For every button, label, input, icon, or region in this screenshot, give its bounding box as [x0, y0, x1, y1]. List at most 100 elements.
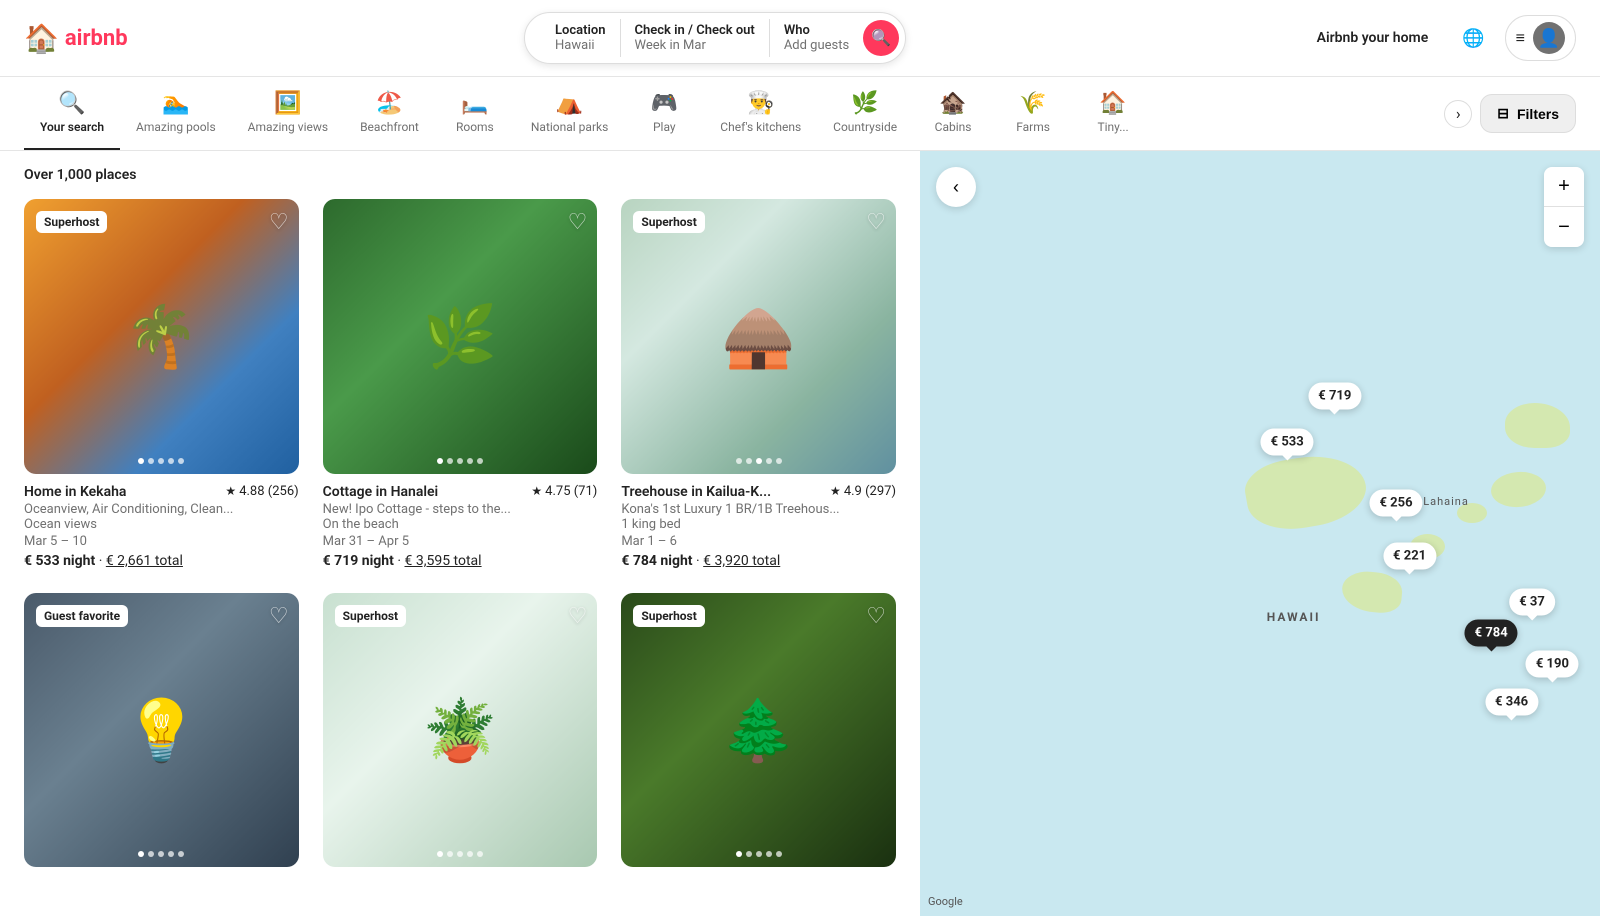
- star-icon-3: ★: [830, 484, 841, 498]
- map-panel[interactable]: HAWAII Lahaina € 719 € 533 € 256 € 221 €…: [920, 151, 1600, 916]
- filters-label: Filters: [1517, 106, 1559, 122]
- dots-5: [437, 851, 483, 857]
- zoom-out-button[interactable]: −: [1544, 207, 1584, 247]
- location-search[interactable]: Location Hawaii: [541, 19, 621, 57]
- oahu-island: [1490, 470, 1548, 510]
- dates-label: Check in / Check out: [635, 23, 755, 38]
- zoom-controls: + −: [1544, 167, 1584, 247]
- card-image-1: 🌴: [24, 199, 299, 474]
- category-cabins[interactable]: 🏚️ Cabins: [913, 77, 993, 150]
- wishlist-button-1[interactable]: ♡: [269, 209, 289, 235]
- category-tiny[interactable]: 🏠 Tiny...: [1073, 77, 1153, 150]
- guests-value: Add guests: [784, 38, 849, 53]
- search-button[interactable]: 🔍: [863, 20, 899, 56]
- wishlist-button-2[interactable]: ♡: [568, 209, 588, 235]
- filters-icon: ⊟: [1497, 105, 1509, 122]
- category-amazing-views[interactable]: 🖼️ Amazing views: [232, 77, 344, 150]
- category-national-parks[interactable]: ⛺ National parks: [515, 77, 624, 150]
- language-button[interactable]: 🌐: [1454, 20, 1492, 57]
- price-marker-784[interactable]: € 784: [1465, 619, 1518, 646]
- guests-search[interactable]: Who Add guests: [770, 19, 863, 57]
- category-nav-arrow[interactable]: ›: [1444, 100, 1472, 128]
- superhost-badge-6: Superhost: [633, 605, 704, 627]
- hamburger-icon: ≡: [1516, 28, 1525, 48]
- dots-6: [736, 851, 782, 857]
- category-amazing-pools[interactable]: 🏊 Amazing pools: [120, 77, 232, 150]
- filters-button[interactable]: ⊟ Filters: [1480, 94, 1576, 133]
- category-countryside[interactable]: 🌿 Countryside: [817, 77, 913, 150]
- price-marker-221[interactable]: € 221: [1383, 543, 1436, 570]
- star-icon: ★: [225, 484, 236, 498]
- category-farms[interactable]: 🌾 Farms: [993, 77, 1073, 150]
- listings-panel: Over 1,000 places 🌴 Superhost ♡: [0, 151, 920, 916]
- card-price-2: € 719 night · € 3,595 total: [323, 553, 598, 569]
- card-feature-3: 1 king bed: [621, 517, 896, 532]
- card-dates-2: Mar 31 – Apr 5: [323, 534, 598, 549]
- price-marker-37[interactable]: € 37: [1509, 589, 1555, 616]
- dots-1: [138, 458, 184, 464]
- search-bar: Location Hawaii Check in / Check out Wee…: [524, 12, 906, 64]
- map-collapse-button[interactable]: ‹: [936, 167, 976, 207]
- header: 🏠 airbnb Location Hawaii Check in / Chec…: [0, 0, 1600, 77]
- price-marker-533[interactable]: € 533: [1261, 428, 1314, 455]
- card-image-wrap-1: 🌴 Superhost ♡: [24, 199, 299, 474]
- listing-card-3[interactable]: 🛖 Superhost ♡ Treehouse in Kailua-K...: [621, 199, 896, 569]
- maui-island: [1340, 569, 1403, 614]
- card-feature-2: On the beach: [323, 517, 598, 532]
- price-marker-256[interactable]: € 256: [1369, 489, 1422, 516]
- results-count: Over 1,000 places: [24, 167, 896, 183]
- card-info-1: Home in Kekaha ★ 4.88 (256) Oceanview, A…: [24, 474, 299, 569]
- rooms-icon: 🛏️: [461, 91, 488, 116]
- dates-search[interactable]: Check in / Check out Week in Mar: [621, 19, 770, 57]
- listing-card-6[interactable]: 🌲 Superhost ♡: [621, 593, 896, 868]
- star-icon-2: ★: [531, 484, 542, 498]
- category-your-search[interactable]: 🔍 Your search: [24, 77, 120, 150]
- card-image-wrap-6: 🌲 Superhost ♡: [621, 593, 896, 868]
- category-beachfront[interactable]: 🏖️ Beachfront: [344, 77, 435, 150]
- hawaii-big-island: [1241, 447, 1371, 537]
- superhost-badge-1: Superhost: [36, 211, 107, 233]
- card-image-3: 🛖: [621, 199, 896, 474]
- lahaina-label: Lahaina: [1423, 495, 1469, 508]
- host-link[interactable]: Airbnb your home: [1303, 20, 1443, 56]
- dots-2: [437, 458, 483, 464]
- user-menu[interactable]: ≡ 👤: [1505, 15, 1576, 61]
- price-marker-190[interactable]: € 190: [1526, 650, 1579, 677]
- card-image-wrap-5: 🪴 Superhost ♡: [323, 593, 598, 868]
- card-rating-3: ★ 4.9 (297): [830, 484, 896, 499]
- price-marker-719[interactable]: € 719: [1308, 382, 1361, 409]
- listing-card-5[interactable]: 🪴 Superhost ♡: [323, 593, 598, 868]
- category-rooms[interactable]: 🛏️ Rooms: [435, 77, 515, 150]
- location-label: Location: [555, 23, 606, 38]
- wishlist-button-6[interactable]: ♡: [866, 603, 886, 629]
- price-marker-346[interactable]: € 346: [1485, 688, 1538, 715]
- dates-value: Week in Mar: [635, 38, 755, 53]
- wishlist-button-4[interactable]: ♡: [269, 603, 289, 629]
- card-image-4: 💡: [24, 593, 299, 868]
- wishlist-button-3[interactable]: ♡: [866, 209, 886, 235]
- wishlist-button-5[interactable]: ♡: [568, 603, 588, 629]
- superhost-badge-3: Superhost: [633, 211, 704, 233]
- tiny-icon: 🏠: [1099, 91, 1126, 116]
- superhost-badge-5: Superhost: [335, 605, 406, 627]
- category-nav: 🔍 Your search 🏊 Amazing pools 🖼️ Amazing…: [0, 77, 1600, 151]
- search-icon: 🔍: [871, 28, 891, 48]
- amazing-views-icon: 🖼️: [274, 91, 301, 116]
- listing-card-2[interactable]: 🌿 ♡ Cottage in Hanalei: [323, 199, 598, 569]
- dots-4: [138, 851, 184, 857]
- card-desc-1: Oceanview, Air Conditioning, Clean...: [24, 502, 299, 517]
- location-value: Hawaii: [555, 38, 606, 53]
- airbnb-logo-icon: 🏠: [24, 22, 59, 55]
- category-chefs-kitchens[interactable]: 👨‍🍳 Chef's kitchens: [704, 77, 817, 150]
- card-dates-3: Mar 1 – 6: [621, 534, 896, 549]
- listing-card-1[interactable]: 🌴 Superhost ♡ Home in Kekaha: [24, 199, 299, 569]
- logo[interactable]: 🏠 airbnb: [24, 22, 128, 55]
- zoom-in-button[interactable]: +: [1544, 167, 1584, 207]
- chefs-kitchens-icon: 👨‍🍳: [747, 91, 774, 116]
- chevron-right-icon: ›: [1456, 104, 1461, 123]
- listing-card-4[interactable]: 💡 Guest favorite ♡: [24, 593, 299, 868]
- card-image-wrap-2: 🌿 ♡: [323, 199, 598, 474]
- guest-fav-badge-4: Guest favorite: [36, 605, 128, 627]
- category-play[interactable]: 🎮 Play: [624, 77, 704, 150]
- chevron-left-icon: ‹: [953, 177, 959, 198]
